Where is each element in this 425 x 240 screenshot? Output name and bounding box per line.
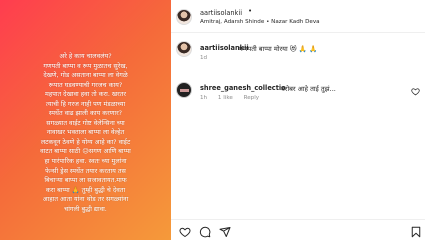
post-image-text: अरे हे काय चालवलंय? गणपती बाप्पा व रूप म… (0, 52, 171, 214)
comment-username[interactable]: shree_ganesh_collectio (200, 84, 286, 92)
avatar[interactable] (176, 41, 192, 57)
heart-icon[interactable] (179, 226, 191, 238)
post-text-line: हा पारंपारिक हवा. स्वतः च्या मुलांना (44, 157, 127, 166)
header-separator-dot: • (248, 7, 253, 15)
bookmark-icon[interactable] (410, 226, 422, 238)
divider (171, 219, 425, 220)
post-text-line: रूपात घडवण्याची गरजच काय? (48, 80, 123, 89)
comment-text: बरोबर आहे ताई तुझं... (281, 85, 336, 93)
post-header: aartiisolankii • Amitraj, Adarsh Shinde … (176, 4, 425, 30)
post-image[interactable]: अरे हे काय चालवलंय? गणपती बाप्पा व रूप म… (0, 0, 171, 240)
post-sidebar: aartiisolankii • Amitraj, Adarsh Shinde … (171, 0, 425, 240)
caption-text: गणपती बाप्पा मोरया 😻 🙏 🙏 (239, 45, 318, 53)
caption-timestamp: 1d (200, 55, 208, 61)
avatar[interactable] (176, 9, 192, 25)
post-text-line: बिचाऱ्या बाप्पा ला सजावतायत.माफ (44, 176, 127, 185)
header-username[interactable]: aartiisolankii (200, 9, 242, 17)
post-text-line: महपात देखावा हवा तो करा. खरतर (45, 90, 126, 99)
like-outline-icon[interactable] (411, 87, 420, 96)
post-text-line: त्याची हि गरज नाही पण मंडळाच्या (45, 99, 126, 108)
post-text-line: आहात आता यांना थोड तर सगळ्यांना (42, 195, 129, 204)
comment-icon[interactable] (199, 226, 211, 238)
comment-meta: 1h 1 like Reply (200, 95, 268, 101)
divider (171, 32, 425, 33)
post-text-line: फेन्सी ड्रेस स्पर्धेत तयार करताय तस (45, 166, 126, 175)
post-text-line: नावाखर भक्ताला बाप्पा ला वेल्हेत (46, 128, 125, 137)
comment-avatar[interactable] (176, 82, 192, 98)
post-text-line: देखणे, गोड असताना बाप्पा ला वेगळे (43, 71, 128, 80)
post-actions (176, 226, 425, 240)
post-text-line: स्पर्धेत वाढ झाली काय करणार? (48, 109, 123, 118)
audio-attribution[interactable]: Amitraj, Adarsh Shinde • Nazar Kadh Deva (200, 19, 320, 25)
post-text-line: अरे हे काय चालवलंय? (59, 52, 112, 60)
post-text-line: चांगली बुद्धी द्यावा. (64, 204, 107, 213)
post-text-line: गणपती बाप्पा व रूप मुळातच सुरेख, (43, 61, 128, 70)
post-text-line: करा बाप्पा 🙏 तुम्ही बुद्धी चे देवता (45, 185, 126, 194)
post-text-line: वाटत बाप्पा साठी 😥सगण आणि बाप्पा (40, 147, 131, 156)
share-icon[interactable] (219, 226, 231, 238)
comment-likes[interactable]: 1 like (218, 95, 233, 101)
comment-timestamp: 1h (200, 95, 208, 101)
reply-button[interactable]: Reply (244, 95, 260, 101)
post-text-line: सगळ्यात वाईट गोष्ट वेलेन्सिना च्या (46, 118, 125, 127)
